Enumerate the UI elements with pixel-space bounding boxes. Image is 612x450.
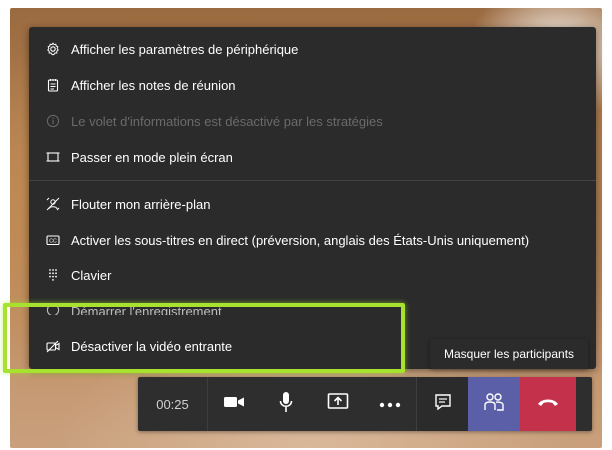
share-screen-icon — [327, 392, 349, 417]
camera-icon — [223, 394, 245, 415]
menu-item-fullscreen[interactable]: Passer en mode plein écran — [29, 140, 596, 174]
menu-item-label: Clavier — [71, 267, 112, 283]
more-actions-button[interactable] — [364, 377, 416, 431]
menu-item-label: Flouter mon arrière-plan — [71, 196, 211, 212]
menu-item-start-recording[interactable]: Démarrer l'enregistrement — [29, 293, 596, 315]
participants-tooltip: Masquer les participants — [430, 339, 588, 369]
menu-item-live-captions[interactable]: CC Activer les sous-titres en direct (pr… — [29, 223, 596, 257]
menu-item-label: Désactiver la vidéo entrante — [71, 338, 233, 354]
hang-up-icon — [536, 395, 560, 413]
hang-up-button[interactable] — [520, 377, 576, 431]
camera-button[interactable] — [208, 377, 260, 431]
more-icon — [379, 395, 401, 413]
menu-item-label: Démarrer l'enregistrement — [71, 304, 222, 315]
menu-divider — [29, 180, 596, 181]
fullscreen-icon — [46, 150, 60, 164]
menu-item-label: Afficher les paramètres de périphérique — [71, 41, 299, 57]
more-actions-menu: Afficher les paramètres de périphérique … — [29, 27, 596, 369]
participants-icon — [483, 392, 505, 417]
call-toolbar: 00:25 — [138, 377, 592, 431]
menu-item-meeting-notes[interactable]: Afficher les notes de réunion — [29, 68, 596, 102]
menu-item-label: Passer en mode plein écran — [71, 149, 233, 165]
microphone-icon — [278, 391, 294, 418]
participants-button[interactable] — [468, 377, 520, 431]
menu-item-keypad[interactable]: Clavier — [29, 258, 596, 292]
svg-text:CC: CC — [49, 239, 57, 245]
microphone-button[interactable] — [260, 377, 312, 431]
notes-icon — [46, 78, 60, 92]
info-icon — [46, 114, 60, 128]
chat-button[interactable] — [416, 377, 468, 431]
menu-item-blur-background[interactable]: Flouter mon arrière-plan — [29, 187, 596, 221]
blur-background-icon — [46, 197, 60, 211]
keypad-icon — [46, 268, 60, 282]
video-off-icon — [46, 339, 60, 353]
gear-icon — [46, 42, 60, 56]
menu-item-device-settings[interactable]: Afficher les paramètres de périphérique — [29, 32, 596, 66]
menu-item-label: Le volet d'informations est désactivé pa… — [71, 113, 383, 129]
captions-icon: CC — [46, 233, 60, 247]
share-screen-button[interactable] — [312, 377, 364, 431]
call-timer: 00:25 — [138, 377, 208, 431]
record-icon — [46, 303, 60, 315]
meeting-window: Afficher les paramètres de périphérique … — [0, 0, 612, 450]
chat-icon — [434, 393, 452, 416]
menu-item-label: Afficher les notes de réunion — [71, 77, 236, 93]
menu-item-info-pane-disabled: Le volet d'informations est désactivé pa… — [29, 104, 596, 138]
menu-item-label: Activer les sous-titres en direct (préve… — [71, 232, 530, 248]
